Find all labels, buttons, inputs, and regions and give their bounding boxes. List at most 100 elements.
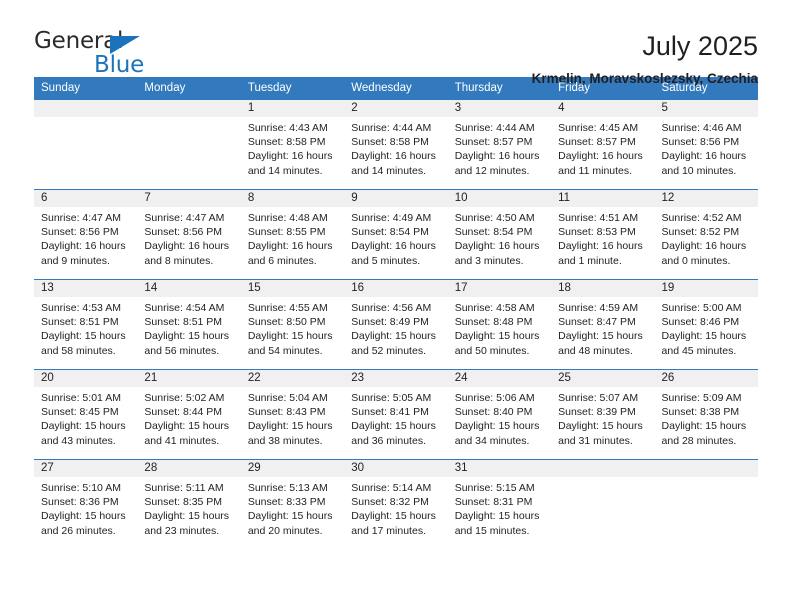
calendar-cell[interactable]: 31 Sunrise: 5:15 AM Sunset: 8:31 PM Dayligh… [447, 459, 552, 549]
calendar-cell[interactable]: 10 Sunrise: 4:50 AM Sunset: 8:54 PM Dayligh… [447, 189, 552, 280]
day-detail-line: Sunrise: 5:01 AM [41, 392, 121, 404]
general-blue-logo[interactable]: General Blue [34, 30, 164, 82]
day-detail-line: Daylight: 15 hours [661, 330, 747, 343]
day-detail-line: Daylight: 16 hours [558, 150, 643, 163]
calendar-cell [551, 459, 655, 549]
day-number [137, 100, 241, 117]
calendar-cell[interactable]: 30 Sunrise: 5:14 AM Sunset: 8:32 PM Dayligh… [344, 459, 448, 549]
calendar-week-row: 27 Sunrise: 5:10 AM Sunset: 8:36 PM Dayligh… [34, 459, 758, 549]
day-cell: 25 Sunrise: 5:07 AM Sunset: 8:39 PM Dayligh… [551, 370, 655, 459]
calendar-cell[interactable]: 14 Sunrise: 4:54 AM Sunset: 8:51 PM Dayligh… [137, 279, 241, 370]
day-detail-line: and 12 minutes. [454, 164, 530, 177]
day-detail-line: Sunset: 8:56 PM [661, 136, 740, 149]
day-detail-line: Sunrise: 4:59 AM [558, 302, 639, 314]
calendar-cell[interactable]: 19 Sunrise: 5:00 AM Sunset: 8:46 PM Dayligh… [654, 279, 758, 370]
calendar-cell[interactable]: 2 Sunrise: 4:44 AM Sunset: 8:58 PM Daylight… [344, 99, 448, 190]
day-detail-line: Sunset: 8:50 PM [247, 316, 326, 329]
calendar-cell[interactable]: 24 Sunrise: 5:06 AM Sunset: 8:40 PM Dayligh… [447, 369, 552, 460]
calendar-cell[interactable]: 27 Sunrise: 5:10 AM Sunset: 8:36 PM Dayligh… [34, 459, 138, 549]
day-number: 31 [447, 460, 552, 477]
day-detail-line: Daylight: 15 hours [351, 420, 436, 433]
calendar-week-row: 1 Sunrise: 4:43 AM Sunset: 8:58 PM Daylight… [34, 99, 758, 190]
calendar-cell[interactable]: 16 Sunrise: 4:56 AM Sunset: 8:49 PM Dayligh… [344, 279, 448, 370]
day-detail-line: and 17 minutes. [351, 524, 426, 537]
day-detail-line: Sunset: 8:55 PM [247, 226, 326, 239]
day-details: Sunrise: 5:14 AM Sunset: 8:32 PM Daylight:… [344, 477, 447, 538]
day-number: 21 [137, 370, 241, 387]
day-cell-empty [137, 100, 241, 189]
day-detail-line: Sunrise: 4:50 AM [454, 212, 535, 224]
day-detail-line: Daylight: 16 hours [144, 240, 230, 253]
calendar-cell[interactable]: 5 Sunrise: 4:46 AM Sunset: 8:56 PM Daylight… [654, 99, 758, 190]
calendar-cell[interactable]: 29 Sunrise: 5:13 AM Sunset: 8:33 PM Dayligh… [240, 459, 345, 549]
calendar-week-row: 20 Sunrise: 5:01 AM Sunset: 8:45 PM Dayligh… [34, 369, 758, 460]
day-detail-line: Sunrise: 5:02 AM [144, 392, 225, 404]
calendar-cell[interactable]: 28 Sunrise: 5:11 AM Sunset: 8:35 PM Dayligh… [137, 459, 241, 549]
day-detail-line: and 1 minute. [558, 254, 622, 267]
calendar-cell[interactable]: 21 Sunrise: 5:02 AM Sunset: 8:44 PM Dayligh… [137, 369, 241, 460]
day-detail-line: and 43 minutes. [41, 434, 116, 447]
day-detail-line: Sunset: 8:35 PM [144, 496, 223, 509]
day-number: 19 [654, 280, 758, 297]
day-detail-line: Sunrise: 4:47 AM [144, 212, 225, 224]
calendar-cell[interactable]: 13 Sunrise: 4:53 AM Sunset: 8:51 PM Dayligh… [34, 279, 138, 370]
day-detail-line: and 48 minutes. [558, 344, 633, 357]
day-details: Sunrise: 4:44 AM Sunset: 8:57 PM Daylight:… [448, 117, 551, 178]
day-detail-line: and 45 minutes. [661, 344, 737, 357]
calendar-cell[interactable]: 8 Sunrise: 4:48 AM Sunset: 8:55 PM Daylight… [240, 189, 345, 280]
calendar-cell[interactable]: 11 Sunrise: 4:51 AM Sunset: 8:53 PM Dayligh… [551, 189, 655, 280]
day-details: Sunrise: 4:43 AM Sunset: 8:58 PM Daylight:… [241, 117, 344, 178]
day-detail-line: and 8 minutes. [144, 254, 214, 267]
calendar-cell[interactable]: 22 Sunrise: 5:04 AM Sunset: 8:43 PM Dayligh… [240, 369, 345, 460]
day-detail-line: Sunrise: 4:44 AM [454, 122, 535, 134]
calendar-cell[interactable]: 18 Sunrise: 4:59 AM Sunset: 8:47 PM Dayligh… [551, 279, 655, 370]
calendar-cell[interactable]: 26 Sunrise: 5:09 AM Sunset: 8:38 PM Dayligh… [654, 369, 758, 460]
day-cell: 15 Sunrise: 4:55 AM Sunset: 8:50 PM Dayligh… [240, 280, 345, 369]
day-detail-line: Daylight: 16 hours [454, 150, 540, 163]
day-details [655, 477, 758, 481]
day-detail-line: and 10 minutes. [661, 164, 737, 177]
day-detail-line: Daylight: 16 hours [454, 240, 540, 253]
weekday-header-wednesday: Wednesday [344, 77, 448, 100]
day-detail-line: and 26 minutes. [41, 524, 116, 537]
day-detail-line: Sunrise: 4:54 AM [144, 302, 225, 314]
day-detail-line: Sunset: 8:54 PM [454, 226, 533, 239]
day-cell: 19 Sunrise: 5:00 AM Sunset: 8:46 PM Dayligh… [654, 280, 758, 369]
day-details: Sunrise: 4:54 AM Sunset: 8:51 PM Daylight:… [137, 297, 240, 358]
day-details: Sunrise: 4:45 AM Sunset: 8:57 PM Daylight:… [551, 117, 654, 178]
day-details: Sunrise: 5:04 AM Sunset: 8:43 PM Daylight:… [241, 387, 344, 448]
day-detail-line: Sunset: 8:44 PM [144, 406, 223, 419]
calendar-cell[interactable]: 9 Sunrise: 4:49 AM Sunset: 8:54 PM Daylight… [344, 189, 448, 280]
day-details: Sunrise: 4:56 AM Sunset: 8:49 PM Daylight:… [344, 297, 447, 358]
calendar-cell[interactable]: 6 Sunrise: 4:47 AM Sunset: 8:56 PM Daylight… [34, 189, 138, 280]
day-detail-line: Sunrise: 5:13 AM [247, 482, 328, 494]
day-detail-line: and 9 minutes. [41, 254, 110, 267]
calendar-cell[interactable]: 25 Sunrise: 5:07 AM Sunset: 8:39 PM Dayligh… [551, 369, 655, 460]
day-number: 11 [551, 190, 655, 207]
day-number: 2 [344, 100, 448, 117]
calendar-cell[interactable]: 15 Sunrise: 4:55 AM Sunset: 8:50 PM Dayligh… [240, 279, 345, 370]
calendar-cell[interactable]: 17 Sunrise: 4:58 AM Sunset: 8:48 PM Dayligh… [447, 279, 552, 370]
day-cell: 20 Sunrise: 5:01 AM Sunset: 8:45 PM Dayligh… [34, 370, 138, 459]
calendar-cell[interactable]: 23 Sunrise: 5:05 AM Sunset: 8:41 PM Dayligh… [344, 369, 448, 460]
day-detail-line: and 56 minutes. [144, 344, 220, 357]
day-detail-line: Sunrise: 5:14 AM [351, 482, 432, 494]
day-detail-line: Daylight: 16 hours [247, 240, 333, 253]
calendar-cell[interactable]: 1 Sunrise: 4:43 AM Sunset: 8:58 PM Daylight… [240, 99, 345, 190]
day-detail-line: and 23 minutes. [144, 524, 220, 537]
day-details: Sunrise: 5:10 AM Sunset: 8:36 PM Daylight:… [34, 477, 137, 538]
calendar-cell[interactable]: 4 Sunrise: 4:45 AM Sunset: 8:57 PM Daylight… [551, 99, 655, 190]
day-number: 14 [137, 280, 241, 297]
calendar-cell[interactable]: 20 Sunrise: 5:01 AM Sunset: 8:45 PM Dayligh… [34, 369, 138, 460]
day-detail-line: Sunset: 8:49 PM [351, 316, 429, 329]
day-detail-line: Sunrise: 5:11 AM [144, 482, 224, 494]
calendar-cell[interactable]: 3 Sunrise: 4:44 AM Sunset: 8:57 PM Daylight… [447, 99, 552, 190]
day-detail-line: Sunset: 8:56 PM [144, 226, 223, 239]
calendar-cell[interactable]: 7 Sunrise: 4:47 AM Sunset: 8:56 PM Daylight… [137, 189, 241, 280]
day-number: 25 [551, 370, 655, 387]
day-number: 6 [34, 190, 138, 207]
calendar-cell[interactable]: 12 Sunrise: 4:52 AM Sunset: 8:52 PM Dayligh… [654, 189, 758, 280]
day-cell: 9 Sunrise: 4:49 AM Sunset: 8:54 PM Daylight… [344, 190, 448, 279]
day-cell: 8 Sunrise: 4:48 AM Sunset: 8:55 PM Daylight… [240, 190, 345, 279]
day-cell: 12 Sunrise: 4:52 AM Sunset: 8:52 PM Dayligh… [654, 190, 758, 279]
